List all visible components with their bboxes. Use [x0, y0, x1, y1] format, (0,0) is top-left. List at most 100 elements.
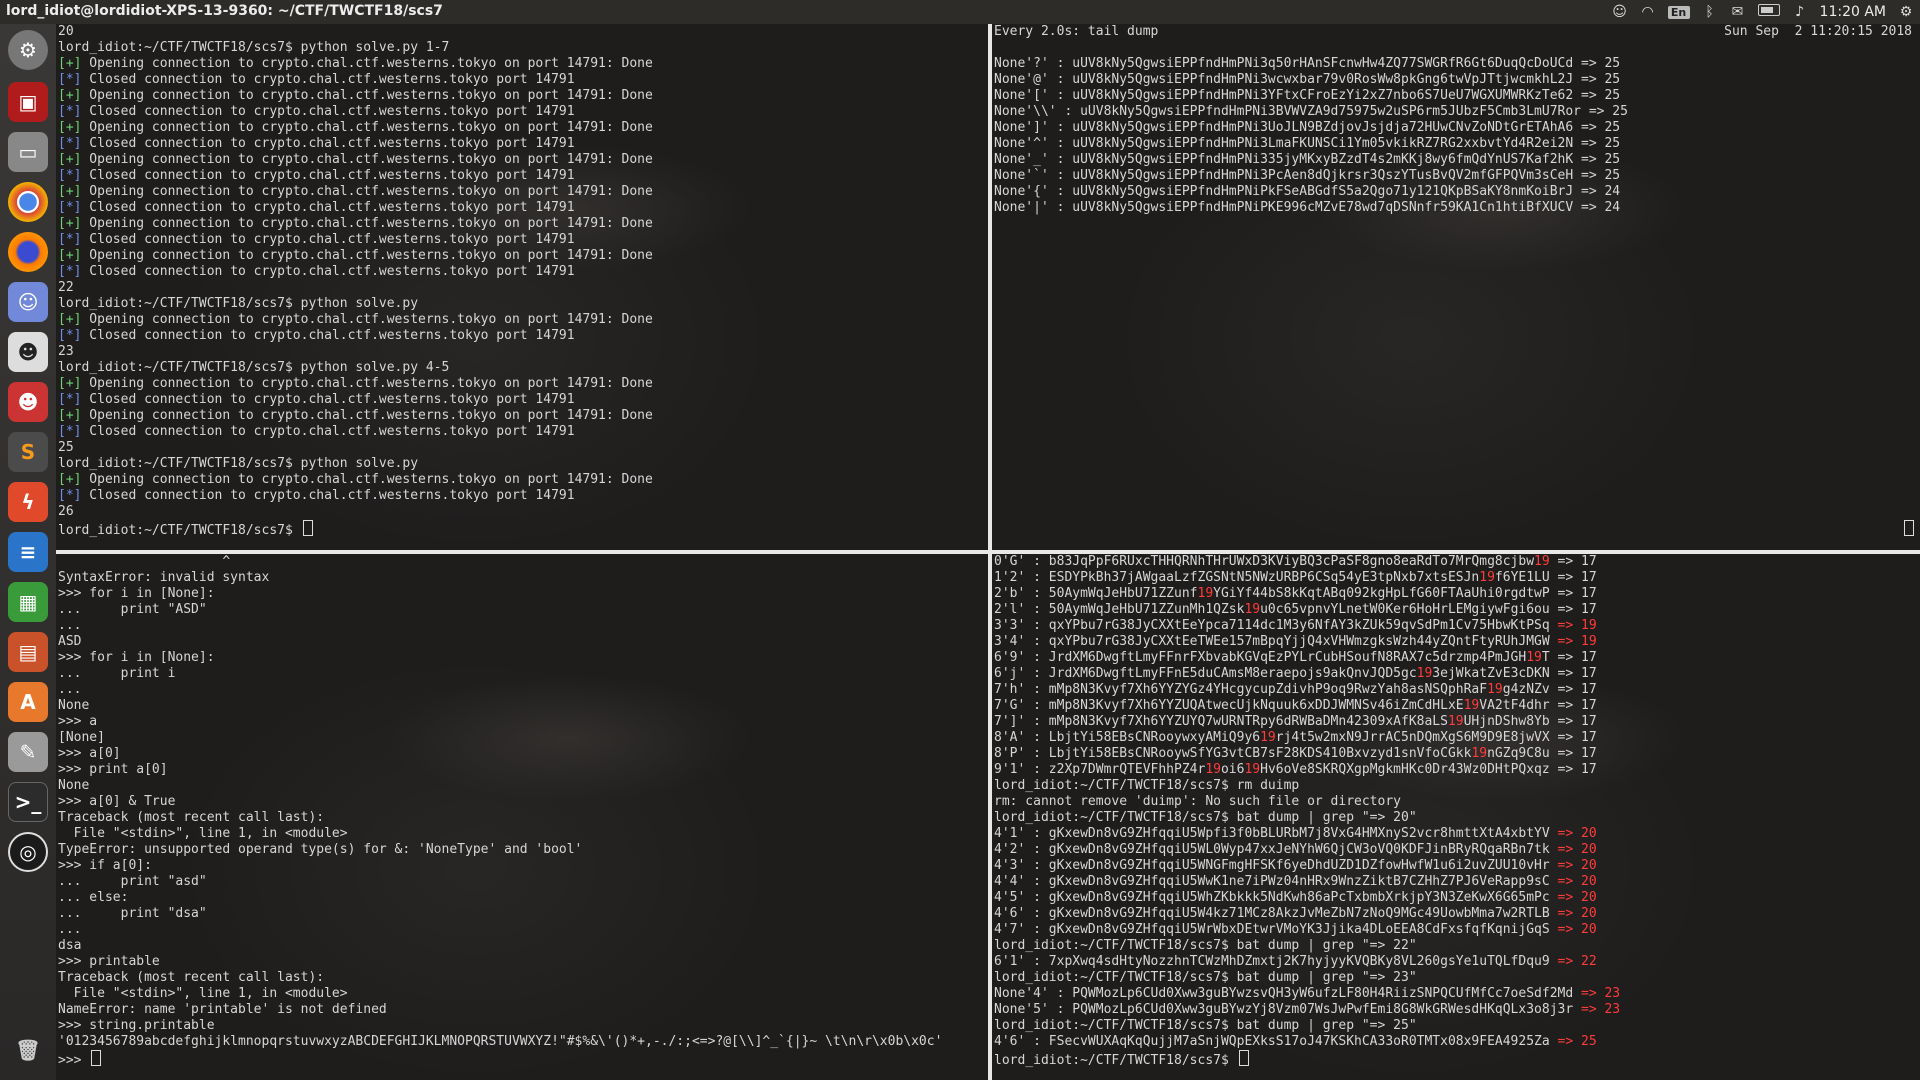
line-text: 6'1' : 7xpXwq4sdHtyNozzhnTCWzMhDZmxtj2K7… — [994, 954, 1558, 969]
terminal-line: lord_idiot:~/CTF/TWCTF18/scs7$ bat dump … — [994, 1018, 1620, 1034]
terminal-line: lord_idiot:~/CTF/TWCTF18/scs7$ — [58, 520, 653, 538]
terminal-line: 6'9' : JrdXM6DwgftLmyFFnrFXbvabKGVqEzPYL… — [994, 650, 1620, 666]
line-text: Opening connection to crypto.chal.ctf.we… — [81, 184, 653, 199]
top-panel: lord_idiot@lordidiot-XPS-13-9360: ~/CTF/… — [0, 0, 1920, 24]
terminal-line: 6'1' : 7xpXwq4sdHtyNozzhnTCWzMhDZmxtj2K7… — [994, 954, 1620, 970]
wifi-icon[interactable]: ◠ — [1640, 4, 1656, 20]
terminal-pane-top-right[interactable]: Every 2.0s: tail dump None'?' : uUV8kNy5Q… — [992, 24, 1920, 550]
status-prefix: [+] — [58, 152, 82, 167]
volume-icon[interactable]: ♪ — [1792, 4, 1808, 20]
terminal-app-icon[interactable]: ▣ — [8, 82, 48, 122]
ida-icon[interactable]: ϟ — [8, 482, 48, 522]
gear-icon[interactable]: ⚙ — [1898, 4, 1914, 20]
window-title: lord_idiot@lordidiot-XPS-13-9360: ~/CTF/… — [6, 3, 443, 19]
highlight-text: 19 — [1534, 554, 1550, 569]
keyboard-language-indicator[interactable]: En — [1667, 5, 1690, 19]
battery-icon[interactable] — [1757, 4, 1780, 20]
cursor — [1904, 520, 1914, 536]
writer-icon[interactable]: ≡ — [8, 532, 48, 572]
line-text: TypeError: unsupported operand type(s) f… — [58, 842, 583, 857]
line-text: None'\\' : uUV8kNy5QgwsiEPPfndHmPNi3BVWV… — [994, 104, 1628, 119]
terminal-line: 4'6' : FSecvWUXAqKqQujjM7aSnjWQpEXksS17o… — [994, 1034, 1620, 1050]
discord-tray-icon[interactable]: ☺ — [1612, 4, 1628, 20]
avatar-icon-2[interactable]: ☻ — [8, 382, 48, 422]
bluetooth-icon[interactable]: ᛒ — [1702, 4, 1718, 20]
line-text: 2'l' : 50AymWqJeHbU71ZZunMh1QZsk — [994, 602, 1245, 617]
terminal-line: Traceback (most recent call last): — [58, 810, 942, 826]
status-prefix: [+] — [58, 408, 82, 423]
highlight-text: 19 — [1244, 762, 1261, 777]
files-icon[interactable]: ▭ — [8, 132, 48, 172]
terminal-line: lord_idiot:~/CTF/TWCTF18/scs7$ bat dump … — [994, 810, 1620, 826]
line-text: >>> for i in [None]: — [58, 650, 215, 665]
terminal-output: 0'G' : b83JqPpF6RUxcTHHQRNhTHrUWxD3KViyB… — [994, 554, 1620, 1068]
line-text: UHjnDShw8Yb => 17 — [1463, 714, 1597, 729]
status-prefix: [*] — [58, 488, 82, 503]
tools-icon[interactable]: ✎ — [8, 732, 48, 772]
terminal-line: 2'l' : 50AymWqJeHbU71ZZunMh1QZsk19u0c65v… — [994, 602, 1620, 618]
status-prefix: [+] — [58, 88, 82, 103]
terminal-line: lord_idiot:~/CTF/TWCTF18/scs7$ bat dump … — [994, 970, 1620, 986]
line-text: Closed connection to crypto.chal.ctf.wes… — [81, 424, 575, 439]
highlight-text: 19 — [1416, 666, 1433, 681]
line-text: None'^' : uUV8kNy5QgwsiEPPfndHmPNi3LmaFK… — [994, 136, 1621, 151]
line-text: 6'9' : JrdXM6DwgftLmyFFnrFXbvabKGVqEzPYL… — [994, 650, 1527, 665]
terminal-line: None — [58, 698, 942, 714]
sublime-text-icon[interactable]: S — [8, 432, 48, 472]
steam-icon[interactable]: ◎ — [8, 832, 48, 872]
line-text: Opening connection to crypto.chal.ctf.we… — [81, 248, 653, 263]
software-center-icon[interactable]: A — [8, 682, 48, 722]
line-text: None'4' : PQWMozLp6CUd0Xww3guBYwzsvQH3yW… — [994, 986, 1581, 1001]
avatar-icon[interactable]: ☻ — [8, 332, 48, 372]
line-text: T => 17 — [1541, 650, 1597, 665]
terminal-pane-bottom-left[interactable]: ^ SyntaxError: invalid syntax >>> for i in… — [56, 554, 988, 1080]
line-text: Opening connection to crypto.chal.ctf.we… — [81, 120, 653, 135]
line-text: lord_idiot:~/CTF/TWCTF18/scs7$ python so… — [58, 360, 450, 375]
terminal-line: ASD — [58, 634, 942, 650]
highlight-text: 19 — [1463, 698, 1480, 713]
terminal-line: [*] Closed connection to crypto.chal.ctf… — [58, 136, 653, 152]
terminal-line: lord_idiot:~/CTF/TWCTF18/scs7$ — [994, 1050, 1620, 1068]
line-text: None'`' : uUV8kNy5QgwsiEPPfndHmPNi3PcAen… — [994, 168, 1621, 183]
highlight-text: 19 — [1479, 570, 1495, 585]
terminal-line: >>> for i in [None]: — [58, 586, 942, 602]
terminal-line: ... print i — [58, 666, 942, 682]
highlight-text: => 20 — [1557, 906, 1597, 921]
terminal-line: [*] Closed connection to crypto.chal.ctf… — [58, 424, 653, 440]
terminal-pane-top-left[interactable]: 20 lord_idiot:~/CTF/TWCTF18/scs7$ python … — [56, 24, 988, 550]
terminal-line: >>> — [58, 1050, 942, 1068]
terminal-line: None'{' : uUV8kNy5QgwsiEPPfndHmPNiPkFSeA… — [994, 184, 1628, 200]
line-text: 23 — [58, 344, 74, 359]
line-text: >>> printable — [58, 954, 160, 969]
system-settings-icon[interactable]: ⚙ — [8, 30, 48, 70]
terminal-line: >>> printable — [58, 954, 942, 970]
terminal-line: Every 2.0s: tail dump — [994, 24, 1628, 40]
firefox-icon[interactable] — [8, 232, 48, 272]
terminal-line: 0'G' : b83JqPpF6RUxcTHHQRNhTHrUWxD3KViyB… — [994, 554, 1620, 570]
status-prefix: [*] — [58, 72, 82, 87]
terminal-pane-bottom-right[interactable]: 0'G' : b83JqPpF6RUxcTHHQRNhTHrUWxD3KViyB… — [992, 554, 1920, 1080]
terminal-line: None'?' : uUV8kNy5QgwsiEPPfndHmPNi3q50rH… — [994, 56, 1628, 72]
highlight-text: => 20 — [1557, 858, 1597, 873]
line-text: Opening connection to crypto.chal.ctf.we… — [81, 376, 653, 391]
terminal-line: 25 — [58, 440, 653, 456]
clock[interactable]: 11:20 AM — [1820, 4, 1886, 20]
line-text: Closed connection to crypto.chal.ctf.wes… — [81, 232, 575, 247]
calc-icon[interactable]: ▦ — [8, 582, 48, 622]
chrome-icon[interactable] — [8, 182, 48, 222]
line-text: 4'3' : gKxewDn8vG9ZHfqqiU5WNGFmgHFSKf6ye… — [994, 858, 1558, 873]
line-text: Closed connection to crypto.chal.ctf.wes… — [81, 200, 575, 215]
mail-icon[interactable]: ✉ — [1730, 4, 1746, 20]
trash-icon[interactable]: 🗑 — [8, 1030, 48, 1070]
terminal-line: lord_idiot:~/CTF/TWCTF18/scs7$ python so… — [58, 456, 653, 472]
discord-icon[interactable]: ☺ — [8, 282, 48, 322]
terminal-output: Every 2.0s: tail dump None'?' : uUV8kNy5Q… — [994, 24, 1628, 216]
terminal-line: None'[' : uUV8kNy5QgwsiEPPfndHmPNi3YFtxC… — [994, 88, 1628, 104]
terminal-icon[interactable]: >_ — [8, 782, 48, 822]
pane-divider-horizontal[interactable] — [56, 550, 1920, 554]
status-prefix: [+] — [58, 248, 82, 263]
line-text: Closed connection to crypto.chal.ctf.wes… — [81, 328, 575, 343]
impress-icon[interactable]: ▤ — [8, 632, 48, 672]
line-text: lord_idiot:~/CTF/TWCTF18/scs7$ bat dump … — [994, 970, 1417, 985]
terminal-line: [+] Opening connection to crypto.chal.ct… — [58, 56, 653, 72]
